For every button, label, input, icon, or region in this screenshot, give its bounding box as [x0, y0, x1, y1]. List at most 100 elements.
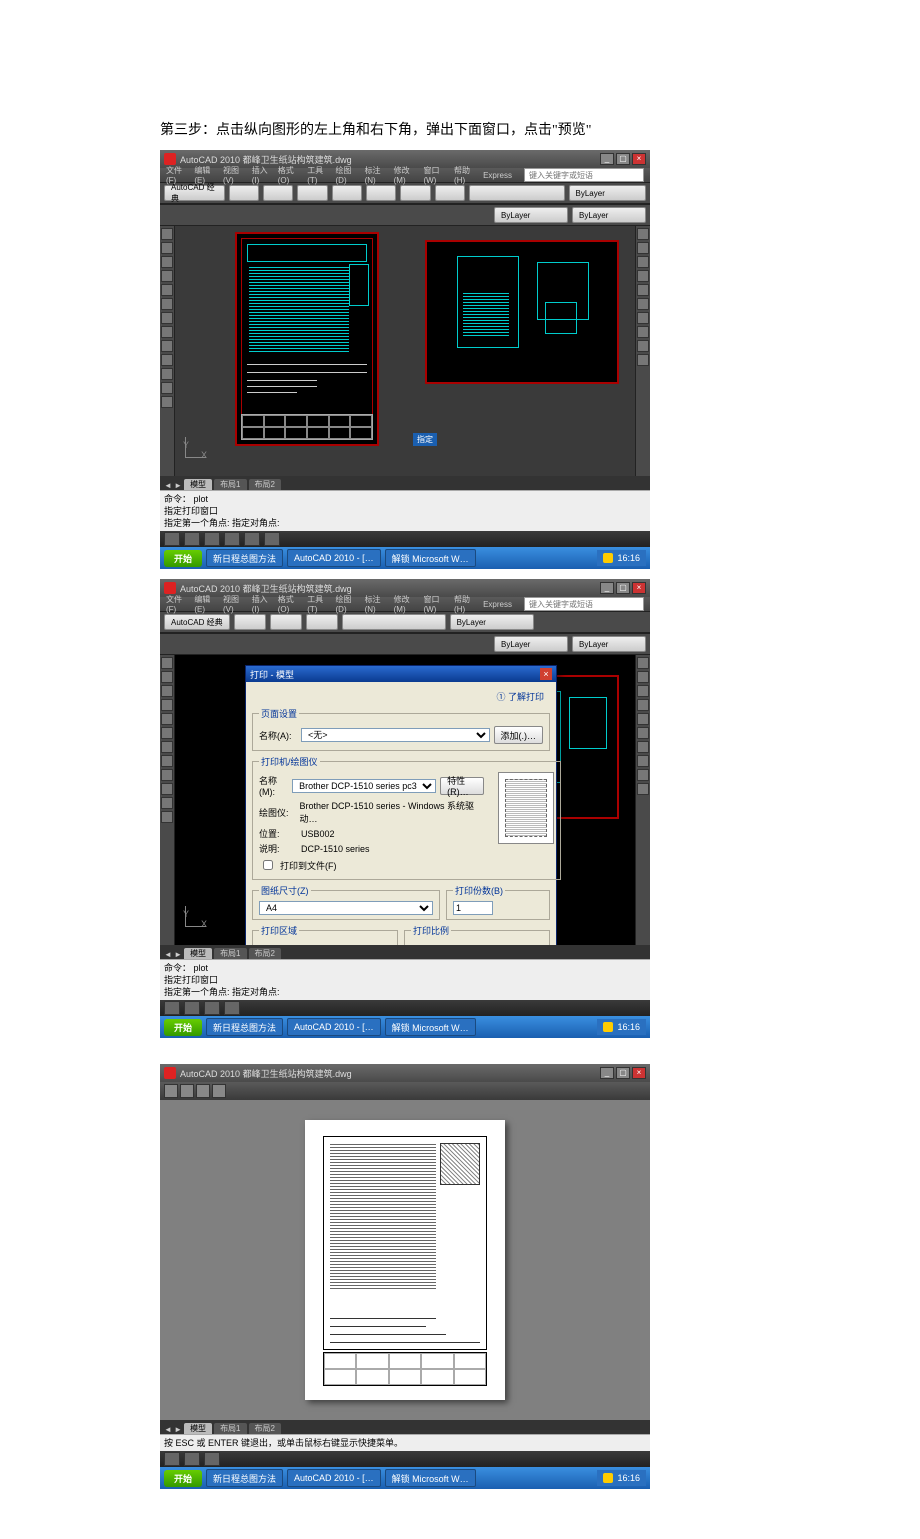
tab-layout2[interactable]: 布局2: [249, 479, 281, 490]
menu-view[interactable]: 视图(V): [223, 165, 246, 185]
left-toolbar: [160, 226, 175, 476]
menu-express[interactable]: Express: [483, 171, 512, 180]
max-button[interactable]: ▢: [616, 153, 630, 165]
tool-new-icon[interactable]: [229, 185, 259, 201]
toolbar-row-1b: AutoCAD 经典 ByLayer: [160, 611, 650, 633]
status-osnap-icon[interactable]: [244, 532, 260, 546]
status-polar-icon[interactable]: [224, 532, 240, 546]
tool-pline-icon[interactable]: [161, 242, 173, 254]
drawing-area[interactable]: 指定 Y X: [160, 226, 650, 476]
tool-rotate-icon[interactable]: [161, 368, 173, 380]
tool-mirror-icon[interactable]: [637, 242, 649, 254]
menubar-2: 文件(F) 编辑(E) 视图(V) 插入(I) 格式(O) 工具(T) 绘图(D…: [160, 597, 650, 611]
preview-canvas[interactable]: [160, 1100, 650, 1420]
menu-help[interactable]: 帮助(H): [454, 165, 477, 185]
tool-copy-icon[interactable]: [400, 185, 430, 201]
status-grid-icon[interactable]: [184, 532, 200, 546]
tool-dim-icon[interactable]: [161, 326, 173, 338]
learn-about-plotting-link[interactable]: ① 了解打印: [496, 692, 544, 702]
min-button-2[interactable]: _: [600, 582, 614, 594]
tool-paste-icon[interactable]: [435, 185, 465, 201]
model-space-canvas[interactable]: 指定 Y X: [175, 226, 635, 476]
close-button[interactable]: ×: [632, 153, 646, 165]
toolbar-row-2: ByLayer ByLayer: [160, 204, 650, 226]
command-line-2[interactable]: 命令： plot 指定打印窗口 指定第一个角点: 指定对角点:: [160, 959, 650, 1000]
tray-icon[interactable]: [603, 553, 613, 563]
preview-pan-icon[interactable]: [180, 1084, 194, 1098]
layer-dropdown[interactable]: [469, 185, 565, 201]
tool-circle-icon[interactable]: [161, 256, 173, 268]
preview-close-icon[interactable]: [212, 1084, 226, 1098]
menu-window[interactable]: 窗口(W): [423, 165, 448, 185]
tool-fillet-icon[interactable]: [637, 298, 649, 310]
drawing-area-2[interactable]: 打印 - 模型 × ① 了解打印 页面设置 名称(A): <无> 添加(.)…: [160, 655, 650, 945]
menu-dim[interactable]: 标注(N): [365, 165, 388, 185]
tool-move-icon[interactable]: [161, 340, 173, 352]
tray-icon-2[interactable]: [603, 1022, 613, 1032]
search-input-2[interactable]: [524, 597, 644, 611]
tool-hatch-icon[interactable]: [161, 298, 173, 310]
tool-offset-icon[interactable]: [161, 382, 173, 394]
tool-copy2-icon[interactable]: [161, 354, 173, 366]
tool-text-icon[interactable]: [161, 312, 173, 324]
workspace-dropdown[interactable]: AutoCAD 经典: [164, 185, 225, 201]
menu-tools[interactable]: 工具(T): [307, 165, 329, 185]
preview-print-icon[interactable]: [164, 1084, 178, 1098]
dialog-close-icon[interactable]: ×: [540, 668, 552, 680]
max-button-2[interactable]: ▢: [616, 582, 630, 594]
tool-print-icon[interactable]: [332, 185, 362, 201]
status-ortho-icon[interactable]: [204, 532, 220, 546]
paper-size-dropdown[interactable]: A4: [259, 901, 433, 915]
lineweight-dropdown[interactable]: ByLayer: [572, 207, 646, 223]
copies-input[interactable]: [453, 901, 493, 915]
tool-explode-icon[interactable]: [637, 312, 649, 324]
copies-group: 打印份数(B): [446, 884, 550, 920]
preview-zoom-icon[interactable]: [196, 1084, 210, 1098]
tool-cut-icon[interactable]: [366, 185, 396, 201]
tool-open-icon[interactable]: [263, 185, 293, 201]
taskbar-item-1[interactable]: 新日程总图方法: [206, 549, 283, 567]
start-button[interactable]: 开始: [164, 550, 202, 567]
status-otrack-icon[interactable]: [264, 532, 280, 546]
tool-rect-icon[interactable]: [161, 284, 173, 296]
cmd-line-2: 指定打印窗口: [164, 505, 646, 517]
tool-stretch-icon[interactable]: [637, 284, 649, 296]
close-button-2[interactable]: ×: [632, 582, 646, 594]
menu-modify[interactable]: 修改(M): [394, 165, 418, 185]
command-line[interactable]: 命令： plot 指定打印窗口 指定第一个角点: 指定对角点:: [160, 490, 650, 531]
tool-array-icon[interactable]: [637, 256, 649, 268]
tool-save-icon[interactable]: [297, 185, 327, 201]
tool-scale-icon[interactable]: [637, 270, 649, 282]
min-button[interactable]: _: [600, 153, 614, 165]
tool-line-icon[interactable]: [161, 228, 173, 240]
menu-draw[interactable]: 绘图(D): [336, 165, 359, 185]
tool-props-icon[interactable]: [637, 340, 649, 352]
tool-erase-icon[interactable]: [637, 228, 649, 240]
pagesetup-name-dropdown[interactable]: <无>: [301, 728, 490, 742]
status-snap-icon[interactable]: [164, 532, 180, 546]
tool-block-icon[interactable]: [637, 326, 649, 338]
paper-preview: [498, 772, 554, 844]
command-line-3[interactable]: 按 ESC 或 ENTER 键退出，或单击鼠标右键显示快捷菜单。: [160, 1434, 650, 1451]
system-tray[interactable]: 16:16: [597, 550, 646, 566]
search-input[interactable]: [524, 168, 644, 182]
dialog-titlebar: 打印 - 模型 ×: [246, 666, 556, 682]
tool-arc-icon[interactable]: [161, 270, 173, 282]
menu-format[interactable]: 格式(O): [278, 165, 301, 185]
tool-measure-icon[interactable]: [637, 354, 649, 366]
right-toolbar: [635, 226, 650, 476]
tool-trim-icon[interactable]: [161, 396, 173, 408]
plot-to-file-checkbox[interactable]: [263, 860, 273, 870]
linetype-dropdown[interactable]: ByLayer: [494, 207, 568, 223]
color-bylayer-dropdown[interactable]: ByLayer: [569, 185, 646, 201]
tab-layout1[interactable]: 布局1: [214, 479, 246, 490]
model-space-canvas-2[interactable]: 打印 - 模型 × ① 了解打印 页面设置 名称(A): <无> 添加(.)…: [175, 655, 635, 945]
menu-insert[interactable]: 插入(I): [252, 165, 272, 185]
printer-props-button[interactable]: 特性(R)…: [440, 777, 484, 795]
tab-model[interactable]: 模型: [184, 479, 212, 490]
taskbar-item-2[interactable]: AutoCAD 2010 - […: [287, 549, 381, 567]
printer-name-dropdown[interactable]: Brother DCP-1510 series pc3: [292, 779, 436, 793]
pagesetup-add-button[interactable]: 添加(.)…: [494, 726, 544, 744]
tooltip-badge: 指定: [413, 433, 437, 446]
taskbar-item-3[interactable]: 解锁 Microsoft W…: [385, 549, 476, 567]
